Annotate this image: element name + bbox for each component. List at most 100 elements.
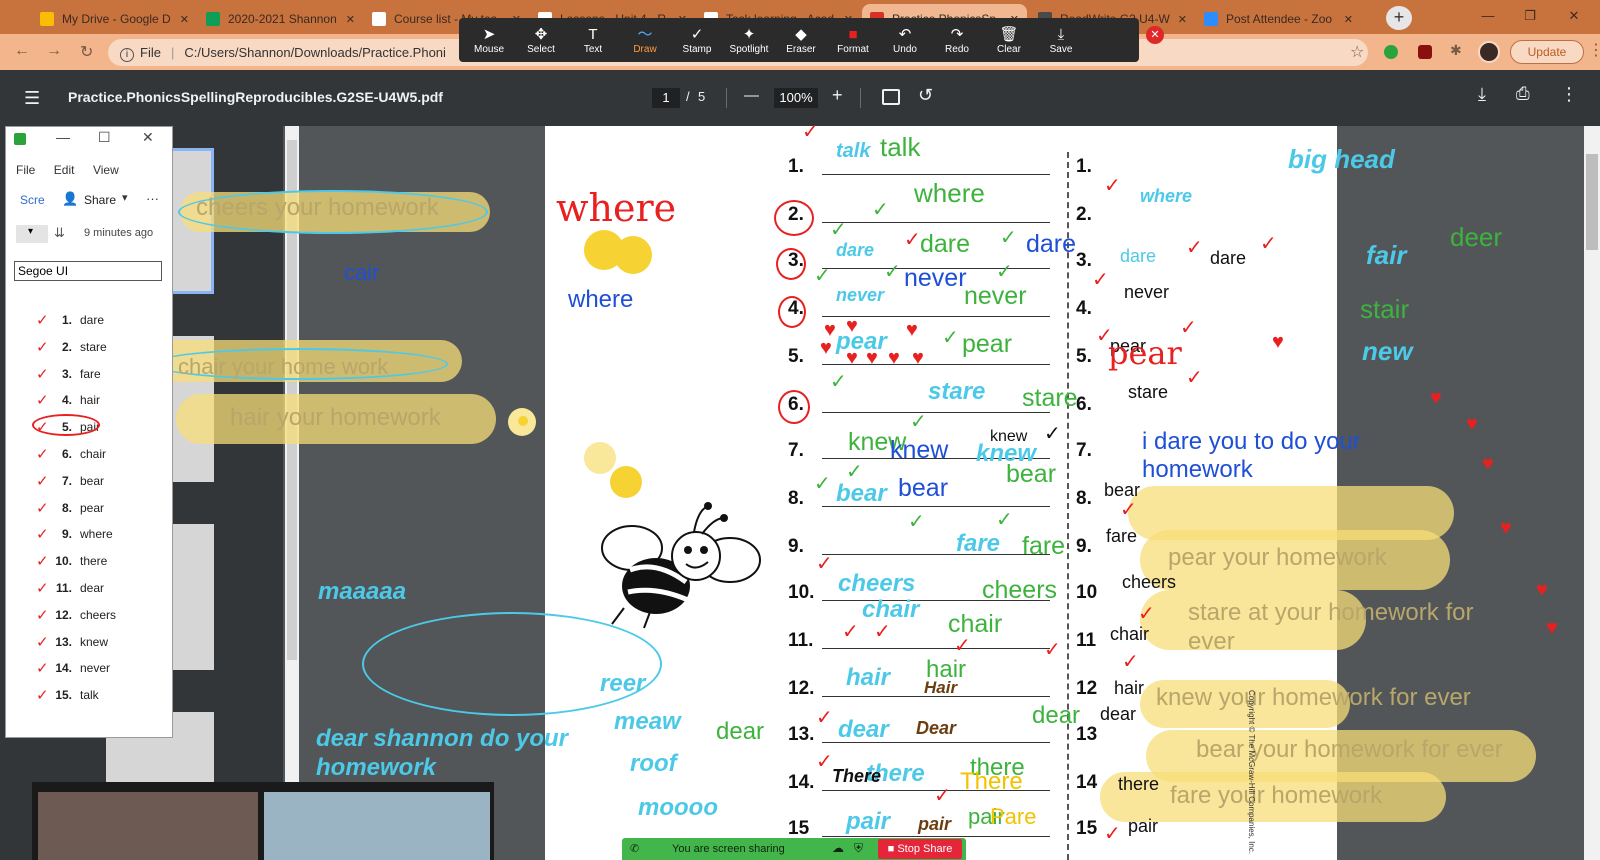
list-item[interactable]: 11. dear — [54, 581, 104, 595]
check-icon: ✓ — [1138, 603, 1155, 625]
zoom-out-button[interactable]: — — [744, 87, 759, 104]
close-icon[interactable]: ✕ — [1344, 13, 1353, 26]
forward-icon[interactable]: → — [46, 42, 62, 60]
list-item[interactable]: 12. cheers — [54, 608, 116, 622]
tool-select[interactable]: ✥ Select — [515, 18, 567, 62]
download-icon[interactable]: ⤓ — [1478, 84, 1486, 105]
annotation-text: cheers — [838, 570, 916, 597]
scre-label[interactable]: Scre — [20, 193, 45, 207]
rotate-icon[interactable]: ↺ — [918, 85, 933, 106]
new-tab-button[interactable]: + — [1386, 6, 1412, 30]
close-icon[interactable]: ✕ — [1178, 13, 1187, 26]
tool-spotlight[interactable]: ✦ Spotlight — [723, 18, 775, 62]
fit-page-icon[interactable] — [882, 89, 900, 105]
menu-view[interactable]: View — [93, 163, 119, 177]
update-button[interactable]: Update — [1510, 40, 1584, 64]
ublock-icon[interactable] — [1418, 45, 1432, 59]
item-number: 1. — [1076, 156, 1092, 177]
back-icon[interactable]: ← — [14, 42, 30, 60]
tool-stamp[interactable]: ✓ Stamp — [671, 18, 723, 62]
more-icon[interactable]: ⋮ — [1560, 84, 1578, 105]
item-word: cheers — [80, 607, 117, 622]
maximize-icon[interactable]: ☐ — [98, 129, 111, 146]
expand-icon[interactable]: ⇊ — [54, 225, 65, 241]
close-annotate-button[interactable]: ✕ — [1146, 26, 1164, 44]
close-icon[interactable]: ✕ — [142, 129, 154, 146]
tab-google-drive[interactable]: My Drive - Google D ✕ — [32, 4, 197, 34]
heart-icon: ♥ — [1272, 331, 1284, 353]
tool-draw[interactable]: 〜 Draw — [619, 18, 671, 62]
check-icon: ✓ — [884, 261, 901, 283]
puzzle-icon[interactable]: ✱ — [1450, 42, 1462, 59]
tool-mouse[interactable]: ➤ Mouse — [463, 18, 515, 62]
page-scrollbar[interactable] — [1584, 126, 1600, 860]
item-number: 10. — [788, 582, 815, 603]
maximize-button[interactable]: ❐ — [1510, 4, 1550, 28]
list-item[interactable]: 1. dare — [54, 313, 104, 327]
tab-zoom-attendee[interactable]: Post Attendee - Zoo ✕ — [1196, 4, 1361, 34]
zoom-in-button[interactable]: + — [832, 85, 843, 106]
tool-format[interactable]: ■ Format — [827, 18, 879, 62]
dropdown-button[interactable]: ▾ — [16, 225, 48, 243]
check-icon: ✓ — [1092, 269, 1109, 291]
menu-dots-icon[interactable]: ⋮ — [1588, 40, 1600, 60]
list-item[interactable]: 7. bear — [54, 474, 104, 488]
annotation-text: There — [832, 766, 882, 786]
annotation-text: cair — [344, 260, 380, 285]
annotation-text: never — [1124, 282, 1170, 302]
check-icon: ✓ — [36, 499, 49, 517]
video-thumbnail[interactable] — [264, 792, 490, 860]
menu-file[interactable]: File — [16, 163, 35, 177]
close-icon[interactable]: ✕ — [346, 13, 355, 26]
list-item[interactable]: 13. knew — [54, 635, 108, 649]
item-number: 7. — [788, 440, 804, 461]
list-item[interactable]: 3. fare — [54, 367, 101, 381]
tool-eraser[interactable]: ◆ Eraser — [775, 18, 827, 62]
tab-sheets[interactable]: 2020-2021 Shannon ✕ — [198, 4, 363, 34]
avatar[interactable] — [1478, 41, 1500, 63]
tool-clear[interactable]: 🗑 Clear — [983, 18, 1035, 62]
tool-undo[interactable]: ↶ Undo — [879, 18, 931, 62]
item-word: fare — [80, 366, 101, 381]
list-item[interactable]: 10. there — [54, 554, 107, 568]
zoom-level[interactable]: 100% — [774, 88, 818, 108]
list-item[interactable]: 2. stare — [54, 340, 107, 354]
list-item[interactable]: 8. pear — [54, 501, 104, 515]
select-icon: ✥ — [534, 26, 548, 43]
hamburger-menu-icon[interactable]: ☰ — [24, 88, 40, 109]
chevron-down-icon[interactable]: ▾ — [122, 191, 128, 204]
close-icon[interactable]: ✕ — [180, 13, 189, 26]
page-number-input[interactable]: 1 — [652, 88, 680, 108]
heart-icon: ♥ — [820, 337, 832, 359]
annotation-text: pear your homework — [1168, 544, 1387, 571]
minimize-icon[interactable]: — — [56, 129, 70, 145]
heart-icon: ♥ — [912, 347, 924, 369]
page-scrollbar-thumb[interactable] — [1586, 154, 1598, 250]
close-window-button[interactable]: ✕ — [1554, 4, 1594, 28]
tool-text[interactable]: T Text — [567, 18, 619, 62]
list-item[interactable]: 9. where — [54, 527, 113, 541]
extension-icon[interactable] — [1384, 45, 1398, 59]
tool-label: Draw — [633, 44, 657, 55]
panel-scrollbar[interactable] — [285, 126, 299, 860]
minimize-button[interactable]: — — [1468, 4, 1508, 28]
print-icon[interactable]: ⎙ — [1516, 84, 1530, 104]
font-select[interactable]: Segoe UI — [14, 261, 162, 281]
menu-edit[interactable]: Edit — [54, 163, 75, 177]
reload-icon[interactable]: ↻ — [80, 42, 93, 62]
stop-share-button[interactable]: ■ Stop Share — [878, 839, 962, 859]
more-button[interactable]: ··· — [146, 191, 159, 206]
list-item[interactable]: 14. never — [54, 661, 110, 675]
list-item[interactable]: 15. talk — [54, 688, 98, 702]
annotation-text: pair — [1128, 816, 1159, 836]
share-button[interactable]: Share — [84, 193, 116, 207]
star-icon[interactable]: ☆ — [1350, 42, 1364, 62]
list-item[interactable]: 4. hair — [54, 393, 100, 407]
video-thumbnail[interactable] — [38, 792, 258, 860]
annotation-text: There — [960, 768, 1023, 795]
tool-redo[interactable]: ↷ Redo — [931, 18, 983, 62]
tool-label: Eraser — [786, 44, 816, 55]
list-item[interactable]: 6. chair — [54, 447, 106, 461]
tool-save[interactable]: ⤓ Save — [1035, 18, 1087, 62]
circle-mark — [778, 296, 806, 328]
